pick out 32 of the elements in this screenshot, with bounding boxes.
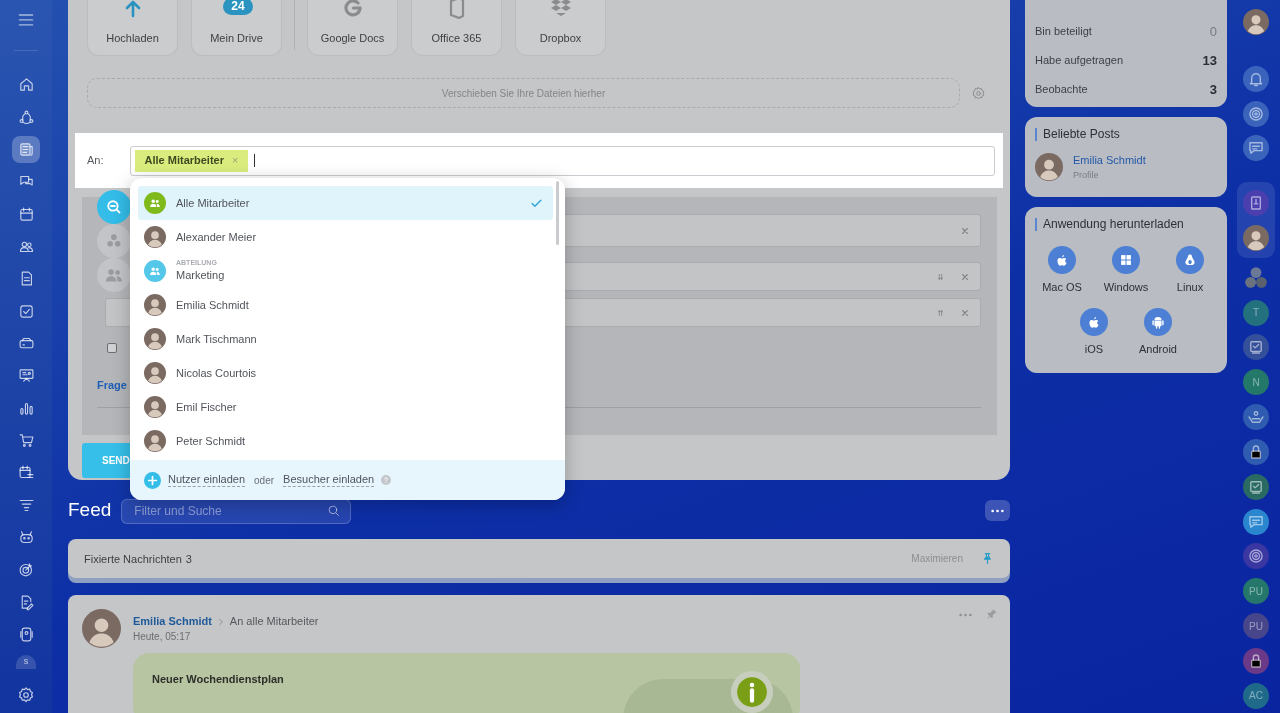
counter-label: Habe aufgetragen [1035, 53, 1124, 69]
feed-title: Feed [68, 498, 112, 523]
profile-subtitle: Profile [1073, 168, 1100, 182]
card-title: Beliebte Posts [1043, 126, 1120, 143]
counter-value: 13 [1202, 51, 1217, 70]
announcement-title: Neuer Wochendienstplan [152, 672, 284, 688]
option-label: Nicolas Courtois [176, 365, 258, 381]
counter-value: 0 [1209, 22, 1217, 41]
post-audience: An alle Mitarbeiter [229, 614, 319, 630]
drive-count-label: 24 [223, 0, 253, 15]
card-title: Anwendung herunterladen [1043, 216, 1184, 233]
tag-label: Alle Mitarbeiter [144, 153, 224, 169]
post-time: Heute, 05:17 [133, 630, 191, 645]
option-label: Peter Schmidt [176, 433, 247, 449]
counter-label: Bin beteiligt [1035, 24, 1092, 40]
counter-value: 3 [1209, 80, 1217, 99]
tile-label: Office 365 [431, 30, 482, 46]
tile-label: Google Docs [320, 30, 385, 46]
tile-label: Hochladen [106, 30, 159, 46]
pinned-count: 3 [185, 551, 192, 567]
option-label: Marketing [176, 267, 226, 283]
recipients-label: An: [87, 153, 104, 169]
option-label: Alexander Meier [176, 229, 258, 245]
counter-label: Beobachte [1035, 82, 1088, 98]
tile-label: Mein Drive [210, 30, 263, 46]
option-label: Mark Tischmann [176, 331, 258, 347]
option-label: Alle Mitarbeiter [176, 195, 251, 211]
pinned-label: Fixierte Nachrichten [84, 551, 182, 567]
option-label: Emil Fischer [176, 399, 238, 415]
or-text: oder [253, 473, 276, 488]
option-label: Emilia Schmidt [176, 297, 250, 313]
tile-label: Dropbox [539, 30, 582, 46]
